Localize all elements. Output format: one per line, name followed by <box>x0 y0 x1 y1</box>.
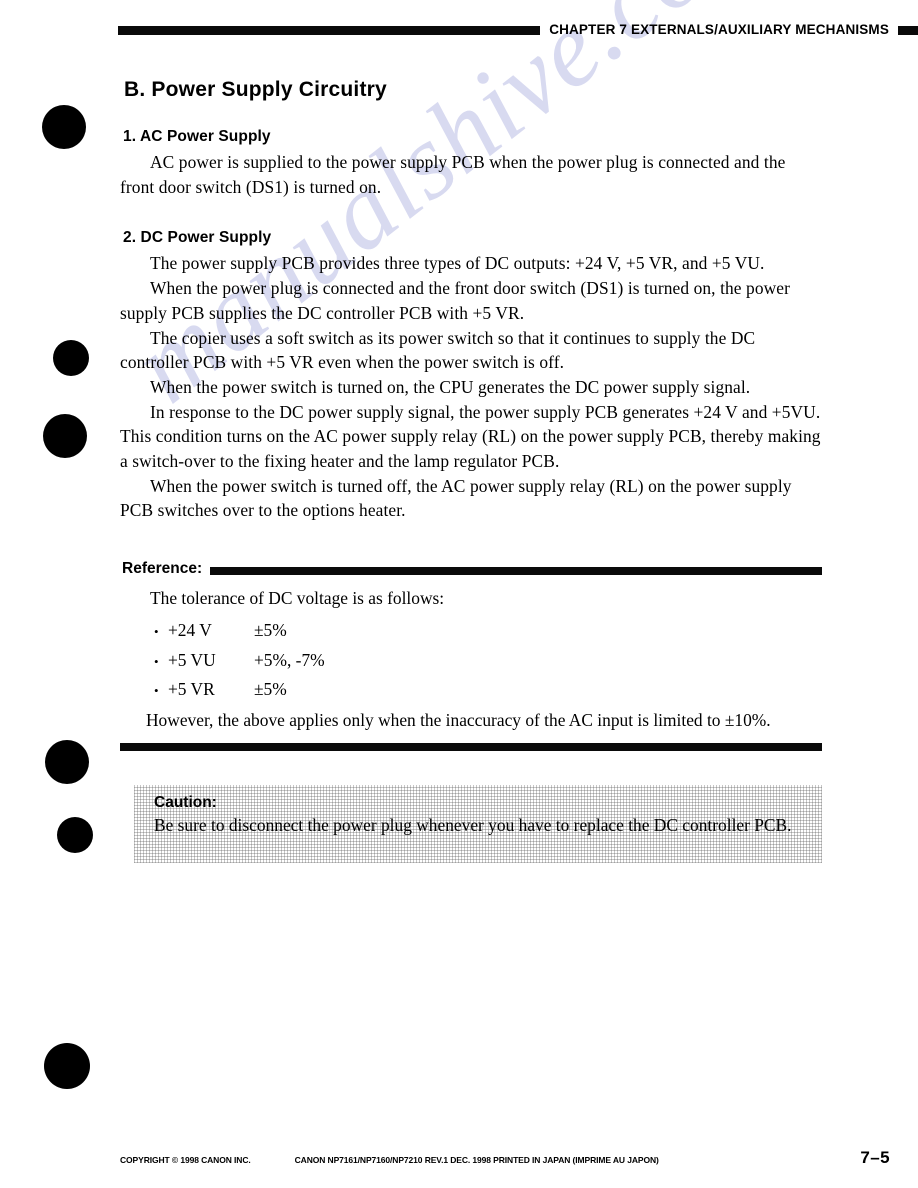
tolerance-name: +5 VU <box>168 649 216 670</box>
tolerance-list: • +24 V ±5% • +5 VU +5%, -7% • +5 VR ±5% <box>120 618 822 702</box>
tolerance-name: +24 V <box>168 619 212 640</box>
footer-imprint: CANON NP7161/NP7160/NP7210 REV.1 DEC. 19… <box>294 1155 659 1165</box>
reference-block: Reference: The tolerance of DC voltage i… <box>120 560 822 751</box>
margin-dot <box>53 340 89 376</box>
reference-top-rule <box>210 566 822 575</box>
paragraph: AC power is supplied to the power supply… <box>120 152 786 197</box>
reference-label: Reference: <box>122 560 203 578</box>
margin-dot <box>42 105 86 149</box>
list-item: • +24 V ±5% <box>154 618 822 643</box>
subsection-heading-ac: 1. AC Power Supply <box>123 128 271 145</box>
caution-panel: Caution: Be sure to disconnect the power… <box>134 785 822 863</box>
page-running-header: CHAPTER 7 EXTERNALS/AUXILIARY MECHANISMS <box>118 18 918 40</box>
header-rule-right <box>898 25 918 35</box>
paragraph: When the power switch is turned on, the … <box>150 376 751 397</box>
caution-heading: Caution: <box>154 793 217 811</box>
reference-bottom-rule <box>120 742 822 751</box>
reference-footnote: However, the above applies only when the… <box>146 709 771 730</box>
margin-dot <box>57 817 93 853</box>
bullet-icon: • <box>154 623 159 639</box>
page-number: 7–5 <box>860 1148 890 1167</box>
page-footer: COPYRIGHT © 1998 CANON INC. CANON NP7161… <box>120 1148 890 1168</box>
list-item: • +5 VU +5%, -7% <box>154 648 822 673</box>
paragraph: When the power plug is connected and the… <box>120 278 791 323</box>
tolerance-value: ±5% <box>254 619 287 640</box>
header-rule-left <box>118 25 541 35</box>
margin-dot <box>44 1043 90 1089</box>
margin-dot <box>43 414 87 458</box>
section-title: B. Power Supply Circuitry <box>124 78 387 101</box>
paragraph: In response to the DC power supply signa… <box>120 401 821 472</box>
paragraph: When the power switch is turned off, the… <box>120 475 792 521</box>
list-item: • +5 VR ±5% <box>154 677 822 702</box>
bullet-icon: • <box>154 683 159 699</box>
tolerance-value: ±5% <box>254 679 287 700</box>
reference-intro: The tolerance of DC voltage is as follow… <box>150 588 445 609</box>
paragraph: The power supply PCB provides three type… <box>150 253 765 274</box>
bullet-icon: • <box>154 653 159 669</box>
caution-body: Be sure to disconnect the power plug whe… <box>154 814 792 835</box>
tolerance-value: +5%, -7% <box>254 649 325 670</box>
margin-dot <box>45 740 89 784</box>
chapter-title: CHAPTER 7 EXTERNALS/AUXILIARY MECHANISMS <box>549 21 889 37</box>
document-page: manualshive.com CHAPTER 7 EXTERNALS/AUXI… <box>0 0 918 1188</box>
paragraph: The copier uses a soft switch as its pow… <box>120 327 756 373</box>
footer-copyright: COPYRIGHT © 1998 CANON INC. <box>120 1155 251 1165</box>
subsection-heading-dc: 2. DC Power Supply <box>123 229 272 247</box>
reference-body: The tolerance of DC voltage is as follow… <box>120 577 822 733</box>
tolerance-name: +5 VR <box>168 679 215 700</box>
reference-header: Reference: <box>120 560 822 578</box>
page-content: B. Power Supply Circuitry 1. AC Power Su… <box>120 78 822 863</box>
